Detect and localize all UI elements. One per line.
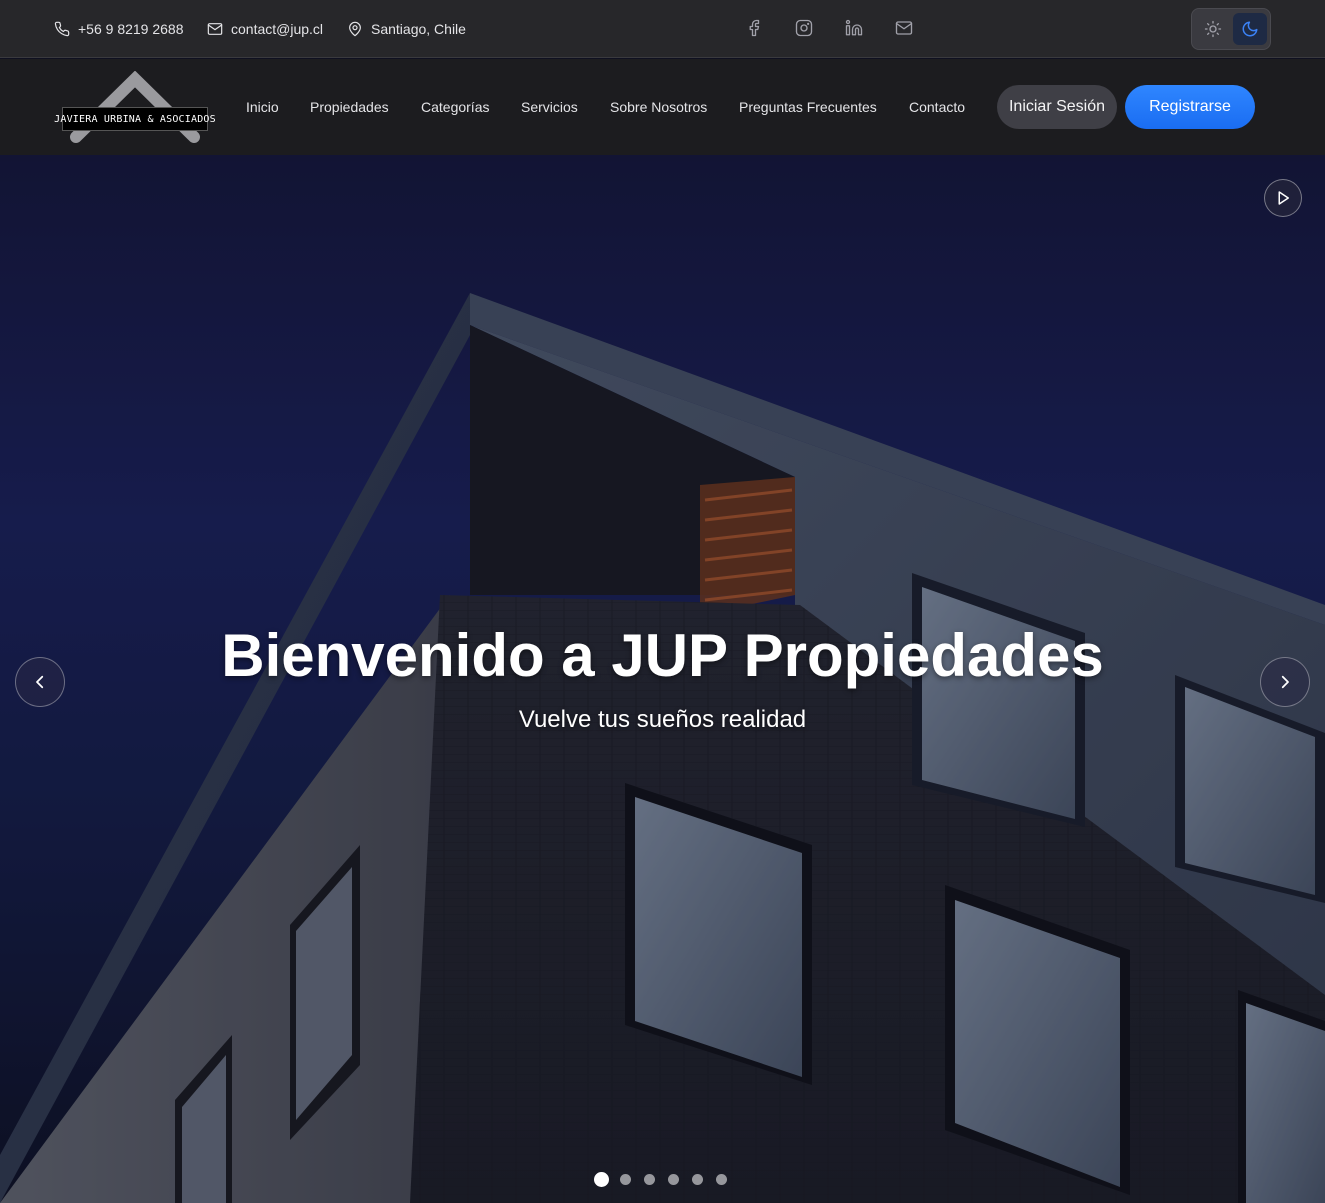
carousel-dot-3[interactable] <box>644 1173 655 1185</box>
email-address: contact@jup.cl <box>231 21 324 37</box>
linkedin-link[interactable] <box>844 18 864 38</box>
nav-link-servicios[interactable]: Servicios <box>521 97 578 117</box>
email-contact[interactable]: contact@jup.cl <box>207 19 323 39</box>
nav-link-sobre-nosotros[interactable]: Sobre Nosotros <box>610 97 707 117</box>
map-pin-icon <box>349 21 361 37</box>
mail-icon <box>895 21 913 35</box>
light-mode-button[interactable] <box>1196 13 1230 45</box>
carousel-next-button[interactable] <box>1260 657 1310 707</box>
facebook-icon <box>749 19 760 37</box>
phone-icon <box>54 21 70 37</box>
nav-link-contacto[interactable]: Contacto <box>909 97 965 117</box>
nav-link-preguntas-frecuentes[interactable]: Preguntas Frecuentes <box>739 97 877 117</box>
phone-contact[interactable]: +56 9 8219 2688 <box>54 19 184 39</box>
hero-title: Bienvenido a JUP Propiedades <box>221 622 1104 689</box>
instagram-icon <box>795 19 813 37</box>
main-navbar: JAVIERA URBINA & ASOCIADOS Inicio Propie… <box>0 59 1325 155</box>
nav-link-inicio[interactable]: Inicio <box>246 97 279 117</box>
carousel-dot-5[interactable] <box>692 1173 703 1185</box>
linkedin-icon <box>845 19 863 36</box>
play-icon <box>1278 191 1289 205</box>
carousel-dot-4[interactable] <box>668 1173 679 1185</box>
nav-link-categorias[interactable]: Categorías <box>421 97 489 117</box>
carousel-indicators <box>594 1171 740 1187</box>
nav-link-propiedades[interactable]: Propiedades <box>310 97 389 117</box>
autoplay-button[interactable] <box>1264 179 1302 217</box>
theme-toggle <box>1191 8 1271 50</box>
moon-icon <box>1242 21 1258 37</box>
carousel-dot-2[interactable] <box>620 1173 631 1185</box>
hero-subtitle: Vuelve tus sueños realidad <box>518 706 807 733</box>
register-button[interactable]: Registrarse <box>1125 85 1255 129</box>
carousel-dot-1[interactable] <box>594 1171 609 1187</box>
site-logo[interactable]: JAVIERA URBINA & ASOCIADOS <box>54 71 216 145</box>
dark-mode-button[interactable] <box>1233 13 1267 45</box>
mail-icon <box>207 23 223 35</box>
chevron-left-icon <box>36 675 44 689</box>
mail-link[interactable] <box>894 18 914 38</box>
sun-icon <box>1204 20 1222 38</box>
location-text: Santiago, Chile <box>371 21 466 37</box>
instagram-link[interactable] <box>794 18 814 38</box>
carousel-prev-button[interactable] <box>15 657 65 707</box>
phone-number: +56 9 8219 2688 <box>78 21 184 37</box>
location-contact: Santiago, Chile <box>347 19 466 39</box>
login-button[interactable]: Iniciar Sesión <box>997 85 1117 129</box>
logo-text: JAVIERA URBINA & ASOCIADOS <box>54 107 216 131</box>
carousel-dot-6[interactable] <box>716 1173 727 1185</box>
chevron-right-icon <box>1281 675 1289 689</box>
facebook-link[interactable] <box>744 18 764 38</box>
hero-carousel: Bienvenido a JUP Propiedades Vuelve tus … <box>0 155 1325 1203</box>
top-bar: +56 9 8219 2688 contact@jup.cl Santiago,… <box>0 0 1325 58</box>
